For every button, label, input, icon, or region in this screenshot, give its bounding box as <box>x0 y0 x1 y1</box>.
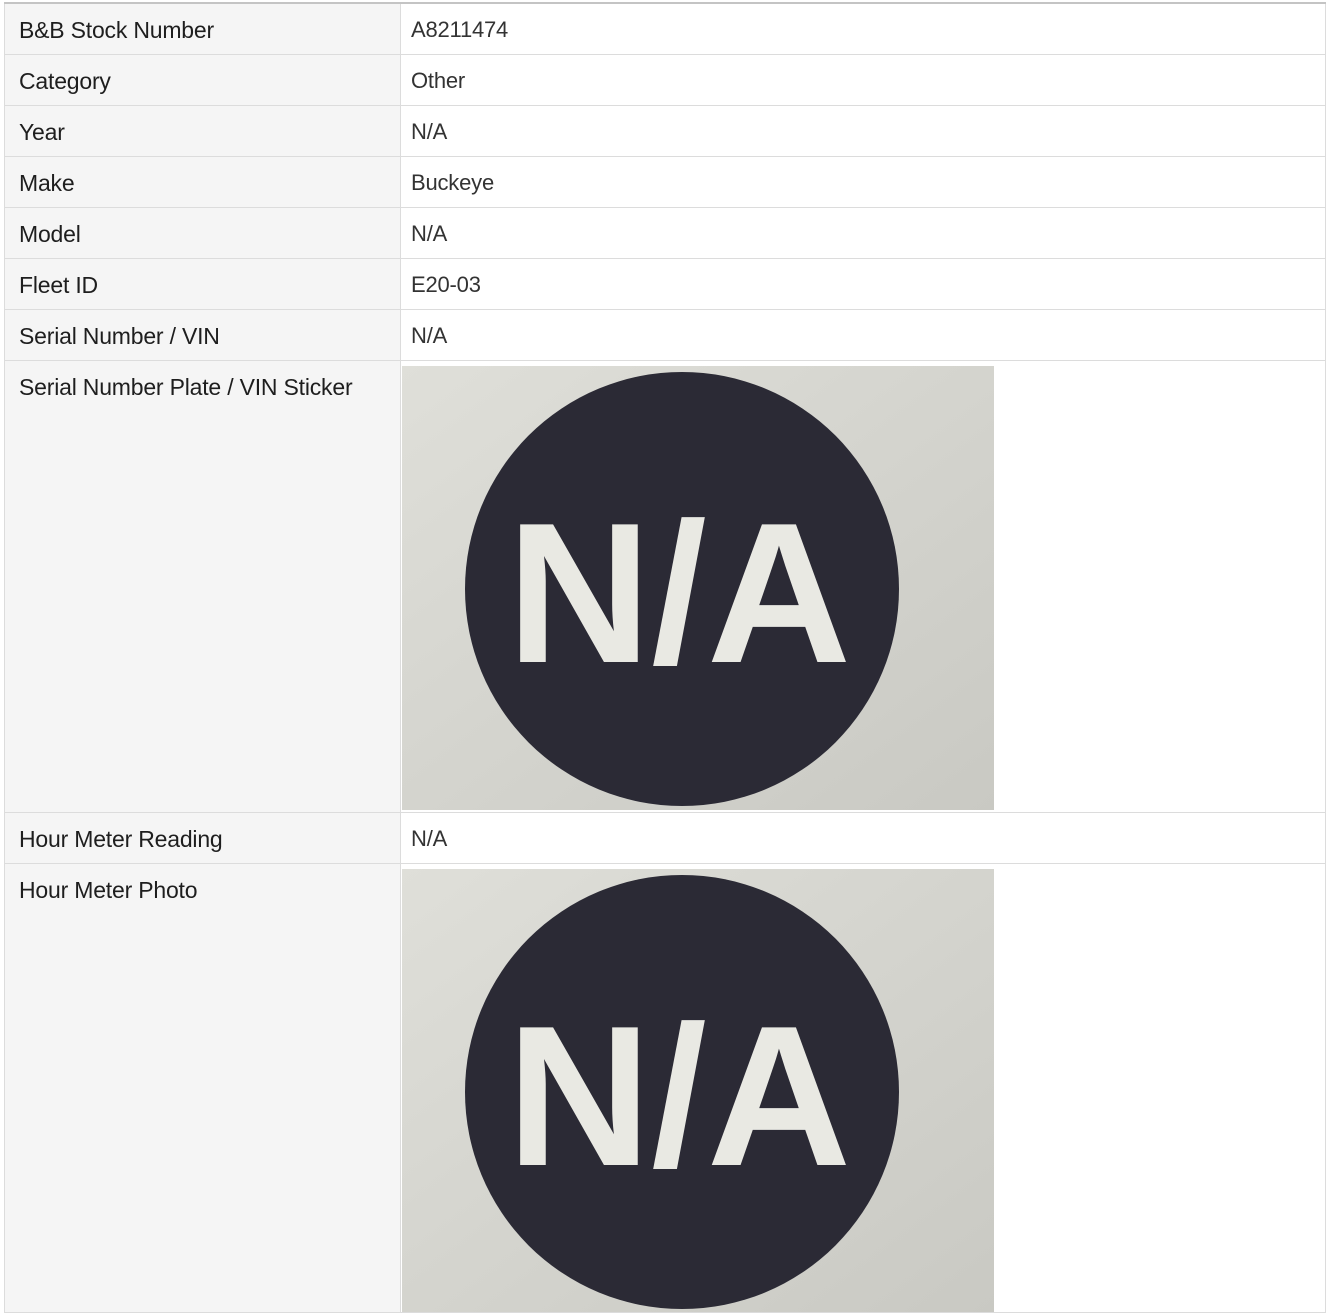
spec-label-cell: Category <box>4 54 401 106</box>
spec-row-hour-meter-reading: Hour Meter Reading N/A <box>4 812 1326 864</box>
spec-row-model: Model N/A <box>4 207 1326 259</box>
make-value: Buckeye <box>411 170 494 195</box>
spec-label-cell: Model <box>4 207 401 259</box>
na-badge-text: N/A <box>507 482 851 705</box>
spec-row-stock-number: B&B Stock Number A8211474 <box>4 2 1326 55</box>
spec-value-cell: N/A <box>400 863 1326 1313</box>
spec-row-serial-plate: Serial Number Plate / VIN Sticker N/A <box>4 360 1326 813</box>
spec-value-cell: N/A <box>400 309 1326 361</box>
serial-plate-photo[interactable]: N/A <box>402 366 994 810</box>
spec-label-cell: B&B Stock Number <box>4 2 401 55</box>
spec-value-cell: A8211474 <box>400 2 1326 55</box>
spec-label-cell: Fleet ID <box>4 258 401 310</box>
category-value: Other <box>411 68 466 93</box>
spec-label-cell: Serial Number Plate / VIN Sticker <box>4 360 401 813</box>
hour-meter-photo-label: Hour Meter Photo <box>19 877 198 903</box>
spec-label-cell: Hour Meter Reading <box>4 812 401 864</box>
spec-value-cell: Buckeye <box>400 156 1326 208</box>
category-label: Category <box>19 68 111 94</box>
hour-meter-photo[interactable]: N/A <box>402 869 994 1312</box>
serial-number-label: Serial Number / VIN <box>19 323 220 349</box>
model-label: Model <box>19 221 81 247</box>
stock-number-value: A8211474 <box>411 17 509 42</box>
spec-value-cell: N/A <box>400 105 1326 157</box>
serial-number-value: N/A <box>411 323 448 348</box>
spec-label-cell: Year <box>4 105 401 157</box>
spec-label-cell: Hour Meter Photo <box>4 863 401 1313</box>
spec-value-cell: Other <box>400 54 1326 106</box>
spec-value-cell: N/A <box>400 207 1326 259</box>
fleet-id-label: Fleet ID <box>19 272 98 298</box>
fleet-id-value: E20-03 <box>411 272 481 297</box>
spec-row-category: Category Other <box>4 54 1326 106</box>
spec-row-serial-number: Serial Number / VIN N/A <box>4 309 1326 361</box>
hour-meter-reading-value: N/A <box>411 826 448 851</box>
year-label: Year <box>19 119 65 145</box>
na-badge-text: N/A <box>507 985 851 1208</box>
year-value: N/A <box>411 119 448 144</box>
spec-row-year: Year N/A <box>4 105 1326 157</box>
spec-row-hour-meter-photo: Hour Meter Photo N/A <box>4 863 1326 1313</box>
stock-number-label: B&B Stock Number <box>19 17 214 43</box>
spec-row-fleet-id: Fleet ID E20-03 <box>4 258 1326 310</box>
spec-value-cell: N/A <box>400 812 1326 864</box>
spec-value-cell: N/A <box>400 360 1326 813</box>
make-label: Make <box>19 170 75 196</box>
equipment-spec-table: B&B Stock Number A8211474 Category Other… <box>4 2 1326 1313</box>
serial-plate-label: Serial Number Plate / VIN Sticker <box>19 374 353 400</box>
hour-meter-reading-label: Hour Meter Reading <box>19 826 223 852</box>
spec-label-cell: Make <box>4 156 401 208</box>
spec-value-cell: E20-03 <box>400 258 1326 310</box>
spec-row-make: Make Buckeye <box>4 156 1326 208</box>
spec-label-cell: Serial Number / VIN <box>4 309 401 361</box>
model-value: N/A <box>411 221 448 246</box>
